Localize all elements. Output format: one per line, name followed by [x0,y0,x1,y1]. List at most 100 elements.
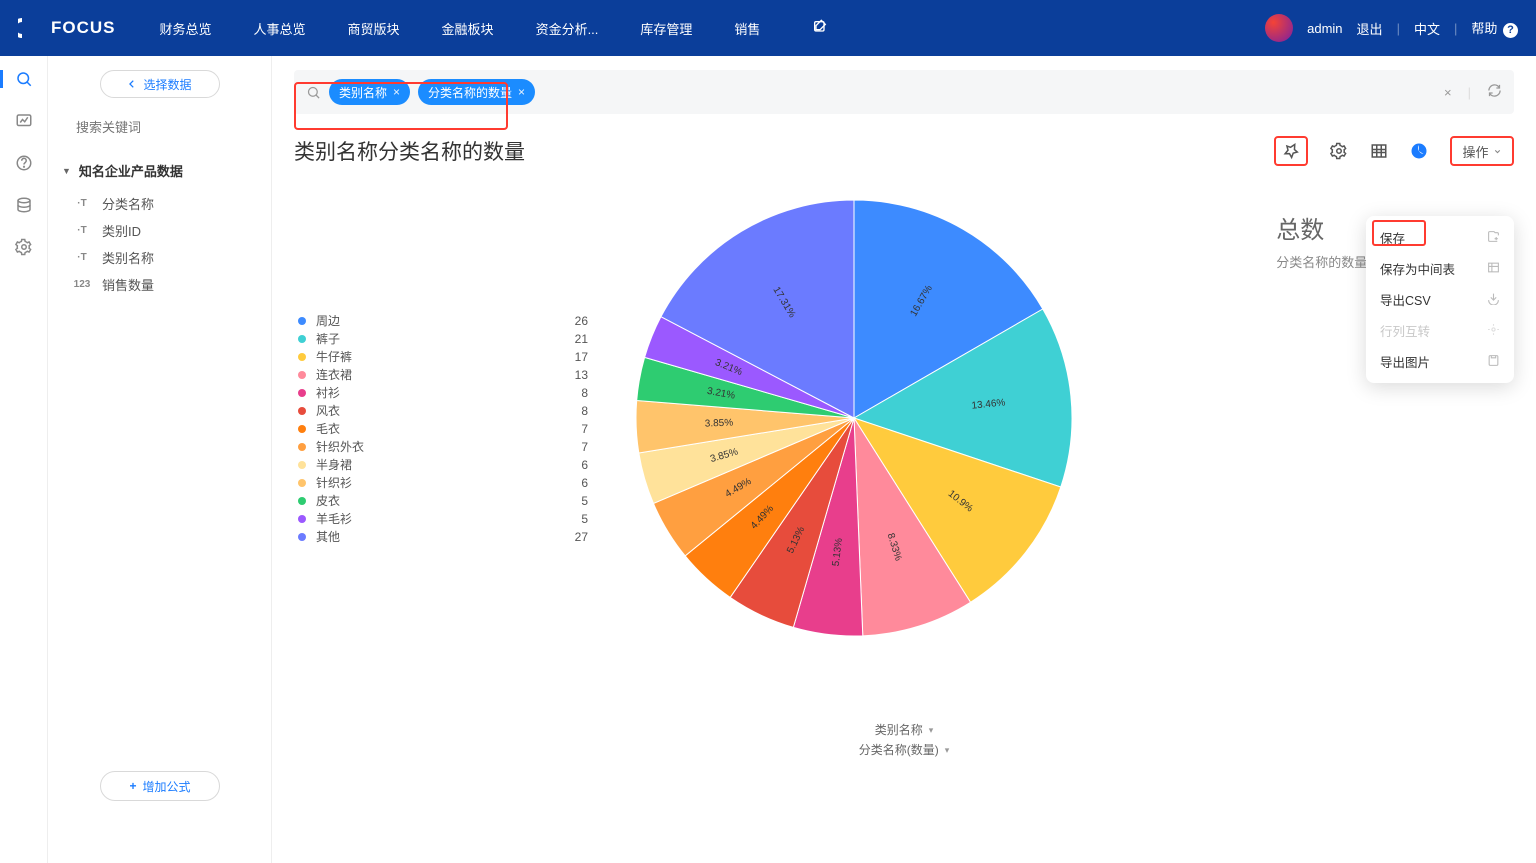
legend-item[interactable]: 风衣8 [298,402,588,420]
sidebar-search-input[interactable] [76,120,252,135]
dropdown-item: 行列互转 [1366,315,1514,346]
rail-data[interactable] [0,196,48,214]
gear-icon[interactable] [1330,142,1348,160]
legend-dot [298,425,306,433]
nav-item[interactable]: 财务总览 [160,19,212,38]
nav-item[interactable]: 库存管理 [640,19,692,38]
chart-title: 类别名称分类名称的数量 [294,136,525,166]
nav-item[interactable]: 人事总览 [254,19,306,38]
legend-item[interactable]: 其他27 [298,528,588,546]
nav-item[interactable]: 商贸版块 [348,19,400,38]
legend-item[interactable]: 裤子21 [298,330,588,348]
main-area: 类别名称× 分类名称的数量× × | 类别名称分类名称的数量 操作 保存保存为中… [272,56,1536,863]
legend-item[interactable]: 针织外衣7 [298,438,588,456]
legend-item[interactable]: 牛仔裤17 [298,348,588,366]
field-label: 分类名称 [102,194,154,213]
chevron-left-icon [127,79,137,89]
sidebar-search[interactable] [62,120,257,143]
clear-icon[interactable]: × [1444,85,1452,100]
field-type-icon: ·T [74,252,90,263]
legend-item[interactable]: 周边26 [298,312,588,330]
caret-down-icon: ▼ [62,166,71,176]
chip-remove-icon[interactable]: × [518,85,525,99]
chart-area: 周边26裤子21牛仔裤17连衣裙13衬衫8风衣8毛衣7针织外衣7半身裙6针织衫6… [294,176,1514,776]
add-formula-button[interactable]: +增加公式 [100,771,220,801]
chevron-down-icon: ▾ [929,720,934,740]
left-rail [0,56,48,863]
query-bar[interactable]: 类别名称× 分类名称的数量× × | [294,70,1514,114]
legend-item[interactable]: 羊毛衫5 [298,510,588,528]
field-type-icon: ·T [74,225,90,236]
dropdown-item[interactable]: 保存为中间表 [1366,253,1514,284]
field-row[interactable]: 123销售数量 [62,271,257,298]
legend-dot [298,353,306,361]
rail-help[interactable] [0,154,48,172]
operate-dropdown: 保存保存为中间表导出CSV行列互转导出图片 [1366,216,1514,383]
nav-item[interactable]: 销售 [734,19,760,38]
field-label: 类别ID [102,221,141,240]
pin-icon[interactable] [1274,136,1308,166]
rail-settings[interactable] [0,238,48,256]
title-row: 类别名称分类名称的数量 操作 [294,136,1514,166]
legend-item[interactable]: 衬衫8 [298,384,588,402]
avatar[interactable] [1265,14,1293,42]
query-chip[interactable]: 分类名称的数量× [418,79,535,105]
dropdown-item[interactable]: 导出图片 [1366,346,1514,377]
toolbar: 操作 [1274,136,1514,166]
rail-search[interactable] [0,70,48,88]
dropdown-item-icon [1487,354,1500,370]
table-icon[interactable] [1370,142,1388,160]
legend-dot [298,407,306,415]
legend-dot [298,371,306,379]
pie-icon[interactable] [1410,142,1428,160]
logo-icon [18,16,42,40]
select-data-button[interactable]: 选择数据 [100,70,220,98]
help-icon: ? [1503,23,1518,38]
field-label: 类别名称 [102,248,154,267]
field-row[interactable]: ·T 分类名称 [62,190,257,217]
pie-chart[interactable]: 16.67%13.46%10.9%8.33%5.13%5.13%4.49%4.4… [614,178,1094,661]
dropdown-item-icon [1487,292,1500,308]
logo[interactable]: FOCUS [18,16,116,40]
axis-selector: 类别名称▾ 分类名称(数量)▾ [859,720,950,760]
field-label: 销售数量 [102,275,154,294]
legend-dot [298,335,306,343]
operate-button[interactable]: 操作 [1450,136,1514,166]
username[interactable]: admin [1307,21,1342,36]
help-link[interactable]: 帮助 ? [1471,18,1518,38]
field-row[interactable]: ·T 类别名称 [62,244,257,271]
dropdown-item-icon [1487,323,1500,339]
nav-item[interactable]: 金融板块 [442,19,494,38]
legend-item[interactable]: 针织衫6 [298,474,588,492]
rail-dashboard[interactable] [0,112,48,130]
lang-toggle[interactable]: 中文 [1414,19,1440,38]
legend-dot [298,317,306,325]
dataset-header[interactable]: ▼知名企业产品数据 [62,161,257,180]
edit-icon[interactable] [812,19,828,38]
legend-dot [298,515,306,523]
legend-item[interactable]: 皮衣5 [298,492,588,510]
legend-item[interactable]: 半身裙6 [298,456,588,474]
axis-row[interactable]: 分类名称(数量)▾ [859,740,950,760]
dropdown-item[interactable]: 保存 [1366,222,1514,253]
chip-remove-icon[interactable]: × [393,85,400,99]
legend-dot [298,497,306,505]
dropdown-item-icon [1487,230,1500,246]
search-icon [306,85,321,100]
refresh-icon[interactable] [1487,83,1502,101]
side-panel: 选择数据 ▼知名企业产品数据 ·T 分类名称 ·T 类别ID ·T 类别名称 123销售数量… [48,56,272,863]
field-type-icon: ·T [74,198,90,209]
axis-row[interactable]: 类别名称▾ [859,720,950,740]
legend-item[interactable]: 连衣裙13 [298,366,588,384]
legend-dot [298,443,306,451]
legend-item[interactable]: 毛衣7 [298,420,588,438]
nav-item[interactable]: 资金分析... [536,19,599,38]
top-nav: FOCUS 财务总览 人事总览 商贸版块 金融板块 资金分析... 库存管理 销… [0,0,1536,56]
logout-link[interactable]: 退出 [1357,19,1383,38]
nav-links: 财务总览 人事总览 商贸版块 金融板块 资金分析... 库存管理 销售 [160,19,829,38]
legend-dot [298,389,306,397]
field-row[interactable]: ·T 类别ID [62,217,257,244]
query-chip[interactable]: 类别名称× [329,79,410,105]
dropdown-item[interactable]: 导出CSV [1366,284,1514,315]
legend: 周边26裤子21牛仔裤17连衣裙13衬衫8风衣8毛衣7针织外衣7半身裙6针织衫6… [298,312,588,546]
